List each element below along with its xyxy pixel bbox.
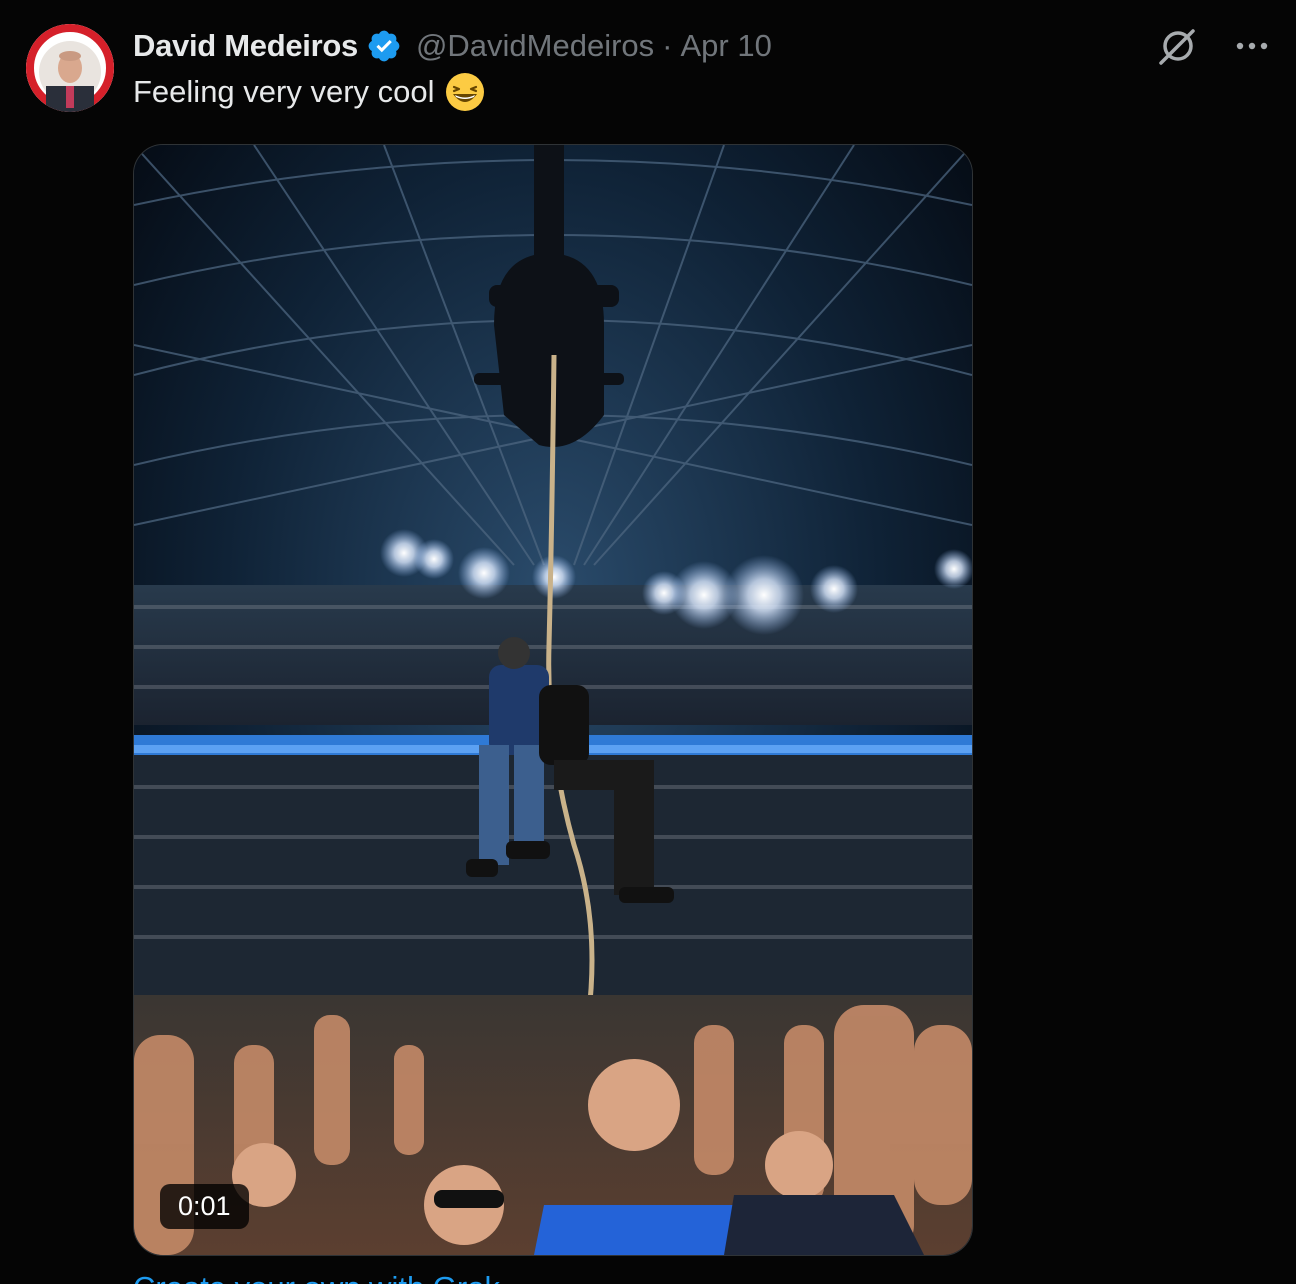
more-dots-icon[interactable] bbox=[1234, 24, 1270, 68]
author-avatar[interactable] bbox=[26, 24, 114, 112]
video-frame-image bbox=[134, 145, 972, 1255]
video-player[interactable]: 0:01 bbox=[133, 144, 973, 1256]
verified-badge-icon[interactable] bbox=[366, 28, 402, 64]
create-with-grok-link[interactable]: Create your own with Grok bbox=[133, 1268, 500, 1284]
tweet-text: Feeling very very cool bbox=[133, 72, 485, 112]
tweet-header: David Medeiros @DavidMedeiros · Apr 10 bbox=[133, 22, 772, 70]
tweet-top-actions bbox=[1156, 24, 1270, 68]
avatar-image bbox=[26, 24, 114, 112]
author-display-name[interactable]: David Medeiros bbox=[133, 28, 358, 64]
tweet-card[interactable]: David Medeiros @DavidMedeiros · Apr 10 F… bbox=[0, 0, 1296, 1284]
grinning-squinting-face-icon bbox=[445, 72, 485, 112]
header-separator: · bbox=[662, 28, 673, 63]
grok-slash-icon[interactable] bbox=[1156, 24, 1200, 68]
author-handle[interactable]: @DavidMedeiros bbox=[416, 28, 654, 64]
tweet-text-content: Feeling very very cool bbox=[133, 74, 435, 109]
tweet-date[interactable]: Apr 10 bbox=[681, 28, 772, 64]
video-timestamp: 0:01 bbox=[160, 1184, 249, 1229]
